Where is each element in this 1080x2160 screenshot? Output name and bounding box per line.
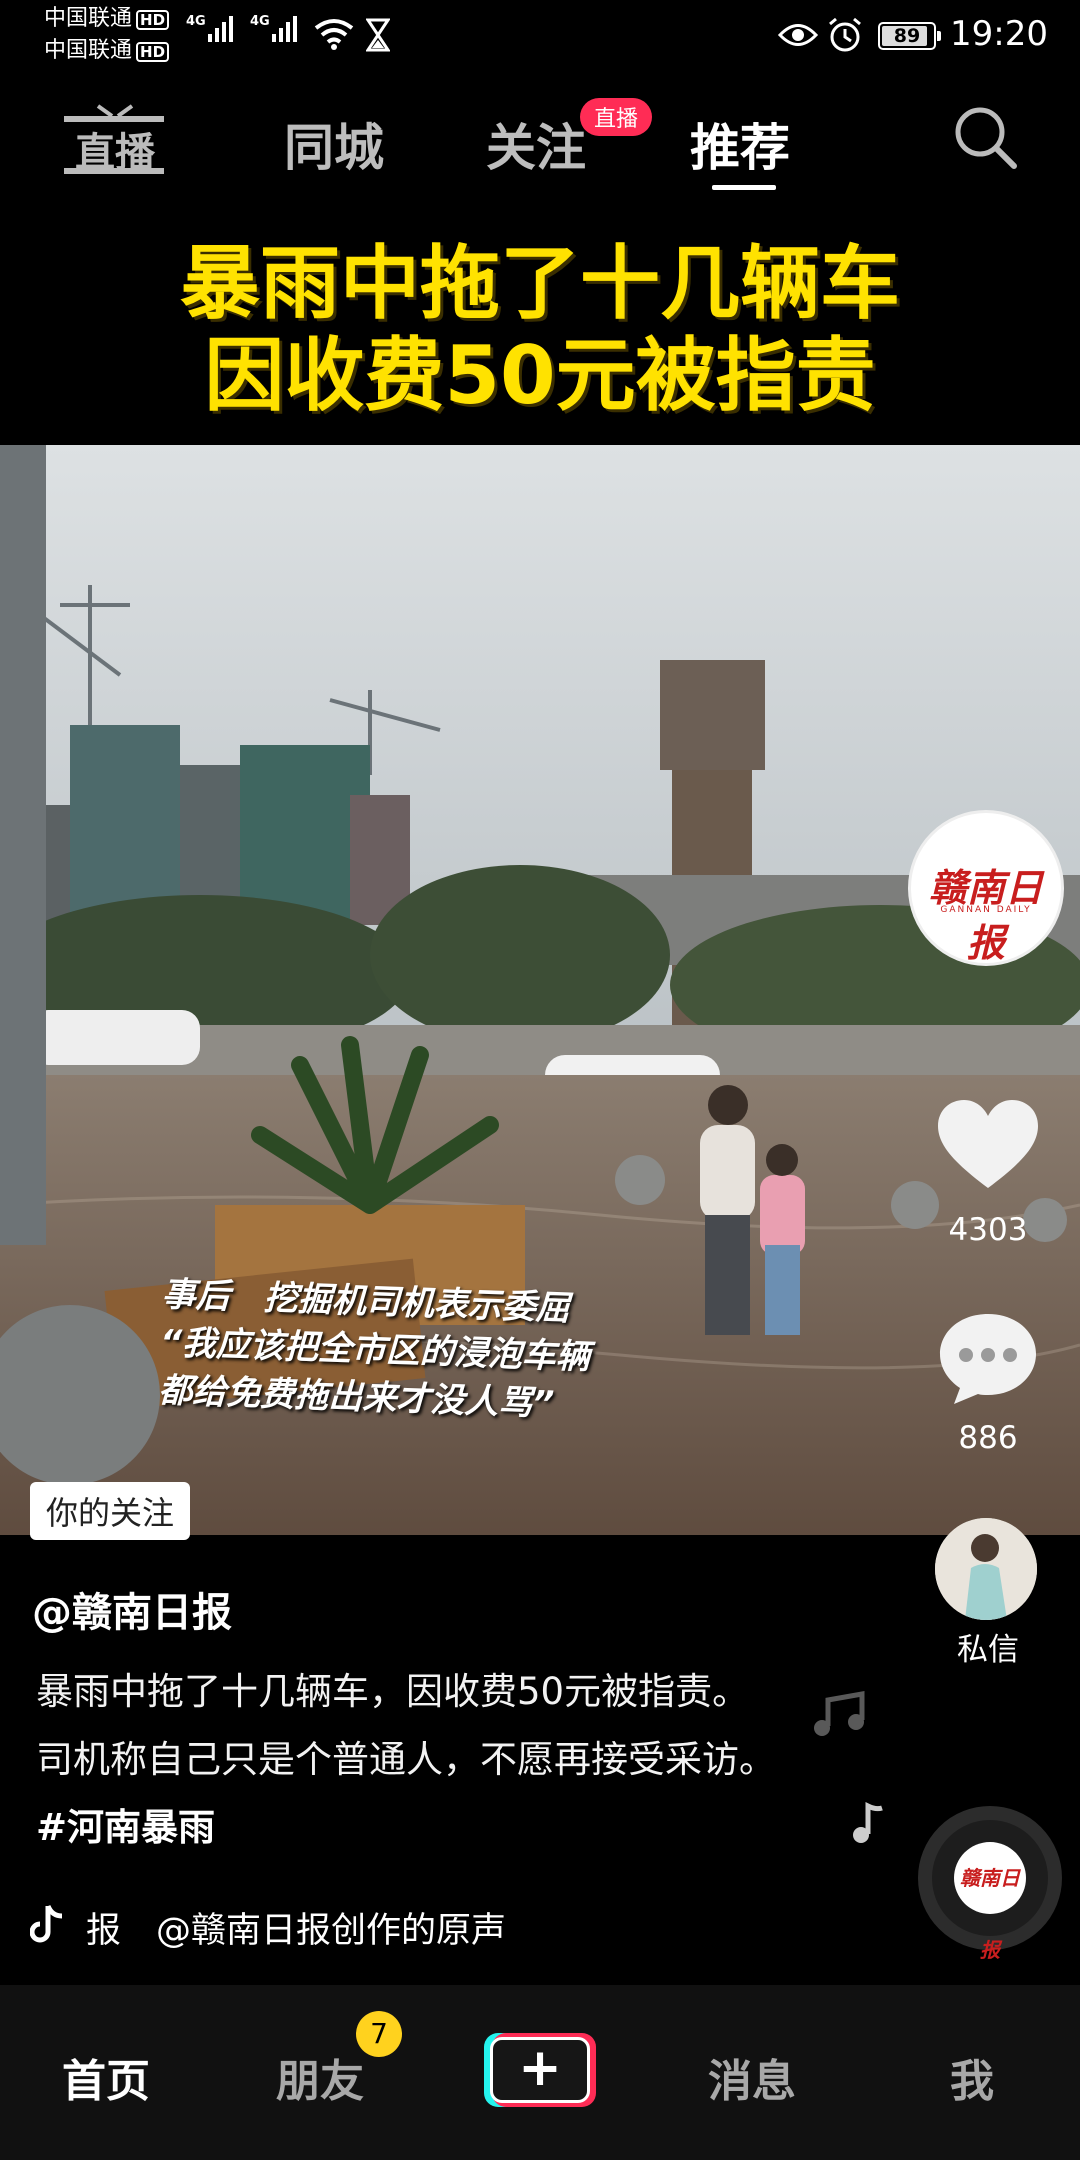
comment-count: 886	[958, 1420, 1018, 1456]
hd-icon: HD	[136, 42, 170, 62]
hourglass-icon	[366, 18, 390, 52]
tab-following[interactable]: 关注	[486, 108, 586, 180]
headline-line-2: 因收费50元被指责	[204, 329, 876, 422]
battery-icon: 89	[878, 22, 941, 50]
live-badge: 直播	[580, 98, 653, 136]
live-button[interactable]: 直播	[62, 104, 168, 176]
carrier-1-name: 中国联通	[44, 6, 133, 31]
tab-recommended[interactable]: 推荐	[690, 108, 790, 180]
dm-avatar[interactable]	[935, 1518, 1037, 1620]
friends-badge: 7	[356, 2011, 402, 2057]
post-button[interactable]: +	[484, 2033, 596, 2107]
disc-logo: 赣南日报	[954, 1842, 1026, 1962]
following-tag: 你的关注	[30, 1482, 191, 1540]
bottom-nav: 首页 朋友 7 + 消息 我	[0, 1985, 1080, 2160]
active-tab-indicator	[712, 185, 776, 190]
description-text: 暴雨中拖了十几辆车，因收费50元被指责。司机称自己只是个普通人，不愿再接受采访。	[36, 1670, 776, 1781]
music-disc[interactable]: 赣南日报	[918, 1806, 1062, 1962]
tab-nearby[interactable]: 同城	[284, 108, 384, 180]
search-icon[interactable]	[952, 104, 1018, 170]
live-label: 直播	[75, 130, 155, 176]
author-name[interactable]: @赣南日报	[32, 1580, 232, 1638]
video-headline: 暴雨中拖了十几辆车 因收费50元被指责	[0, 238, 1080, 422]
like-heart-icon[interactable]	[936, 1098, 1040, 1192]
comment-icon[interactable]	[936, 1310, 1040, 1406]
video-subtitle: 事后 挖掘机司机表示委屈 “我应该把全市区的浸泡车辆 都给免费拖出来才没人骂”	[158, 1271, 593, 1430]
carrier-2-name: 中国联通	[44, 38, 133, 63]
wifi-icon	[314, 19, 354, 50]
music-note-icon	[853, 1801, 883, 1843]
hd-icon: HD	[136, 10, 170, 30]
network-type-1: 4G	[186, 14, 206, 29]
plus-icon: +	[490, 2037, 590, 2103]
clock: 19:20	[950, 14, 1048, 54]
user-avatar-image	[935, 1518, 1037, 1620]
publisher-avatar[interactable]: 赣南日报 GANNAN DAILY	[908, 810, 1064, 966]
hashtag-link[interactable]: #河南暴雨	[36, 1806, 215, 1849]
eye-icon	[778, 24, 818, 46]
nav-me[interactable]: 我	[950, 2045, 994, 2109]
music-note-icon	[814, 1691, 865, 1736]
music-title: 报 @赣南日报创作的原声	[86, 1911, 507, 1950]
publisher-logo-sub: GANNAN DAILY	[940, 905, 1032, 915]
alarm-icon	[829, 17, 861, 52]
video-description: 暴雨中拖了十几辆车，因收费50元被指责。司机称自己只是个普通人，不愿再接受采访。…	[36, 1658, 776, 1862]
nav-friends[interactable]: 朋友	[276, 2045, 364, 2109]
headline-line-1: 暴雨中拖了十几辆车	[180, 237, 900, 330]
battery-level: 89	[893, 25, 921, 47]
like-count: 4303	[948, 1212, 1028, 1248]
nav-home[interactable]: 首页	[62, 2045, 150, 2109]
direct-message-label[interactable]: 私信	[928, 1624, 1048, 1669]
signal-icon: 4G	[186, 14, 233, 42]
carrier-1: 中国联通 HD	[44, 6, 170, 32]
nav-messages[interactable]: 消息	[708, 2045, 796, 2109]
network-type-2: 4G	[250, 14, 270, 29]
signal-icon: 4G	[250, 14, 297, 42]
status-bar: 中国联通 HD 中国联通 HD 4G 4G 89 19:20	[0, 0, 1080, 72]
carrier-2: 中国联通 HD	[44, 38, 170, 64]
music-row[interactable]: 报 @赣南日报创作的原声	[30, 1900, 610, 1950]
tiktok-note-icon	[30, 1904, 63, 1943]
